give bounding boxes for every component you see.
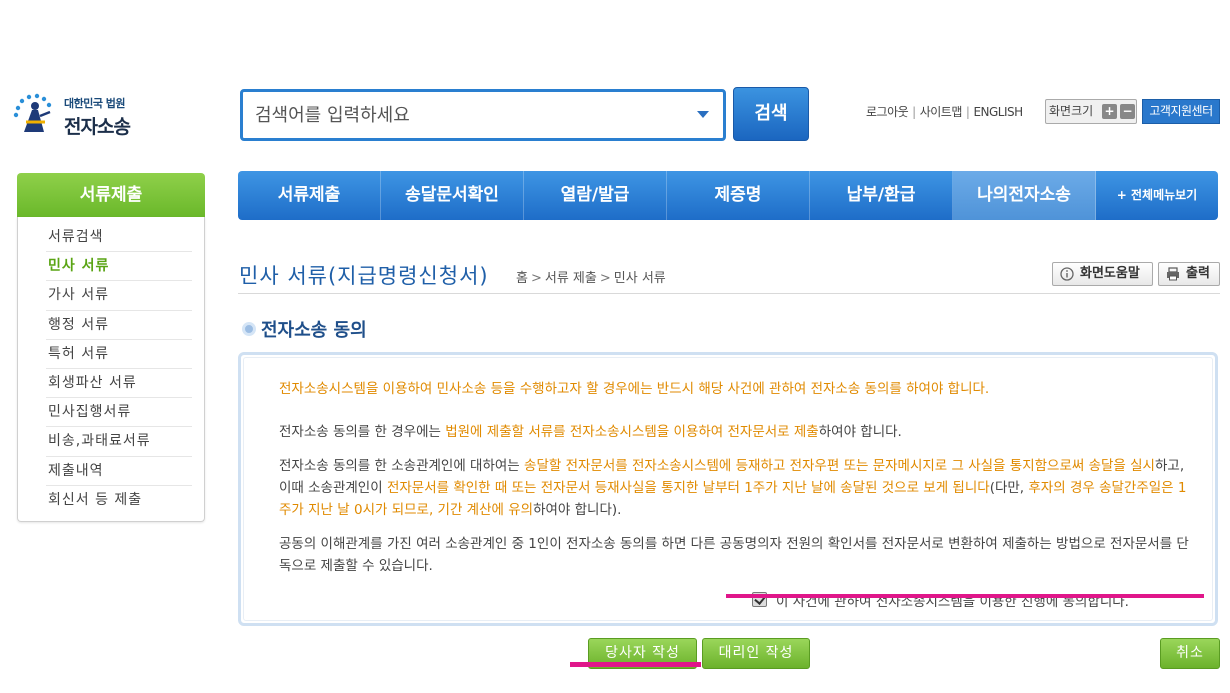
- agreement-inner: 전자소송시스템을 이용하여 민사소송 등을 수행하고자 할 경우에는 반드시 해…: [243, 357, 1213, 621]
- nav-item-payment-refund[interactable]: 납부/환급: [810, 171, 953, 220]
- court-logo[interactable]: 대한민국 법원 전자소송: [12, 92, 152, 138]
- search-dropdown-icon[interactable]: [697, 111, 709, 118]
- sidebar-item-civil-execution[interactable]: 민사집행서류: [46, 398, 192, 428]
- breadcrumb-separator: >: [530, 271, 542, 286]
- agreement-paragraph-1: 전자소송시스템을 이용하여 민사소송 등을 수행하고자 할 경우에는 반드시 해…: [279, 381, 990, 397]
- zoom-control: 화면크기 + −: [1045, 99, 1137, 124]
- utility-links: 로그아웃 | 사이트맵 | ENGLISH: [866, 103, 1023, 120]
- sidebar-item-reply-submission[interactable]: 회신서 등 제출: [46, 486, 192, 515]
- search-button[interactable]: 검색: [733, 87, 809, 141]
- title-divider: [238, 293, 1220, 294]
- printer-icon: [1167, 267, 1179, 281]
- zoom-in-button[interactable]: +: [1102, 104, 1117, 119]
- customer-support-button[interactable]: 고객지원센터: [1142, 99, 1220, 124]
- screen-help-button[interactable]: 화면도움말: [1052, 262, 1153, 286]
- breadcrumb-separator: >: [599, 271, 611, 286]
- nav-item-service-documents[interactable]: 송달문서확인: [381, 171, 524, 220]
- sidebar-item-civil[interactable]: 민사 서류: [46, 252, 192, 282]
- sidebar-item-document-search[interactable]: 서류검색: [46, 223, 192, 253]
- logo-subtitle: 대한민국 법원: [64, 97, 126, 110]
- sidebar-item-patent[interactable]: 특허 서류: [46, 340, 192, 369]
- divider: |: [912, 105, 916, 119]
- p3-highlight-d: 전자문서를 확인한 때 또는 전자문서 등재사실을 통지한 날부터 1주가 지난…: [386, 480, 990, 496]
- screen-help-label: 화면도움말: [1080, 266, 1140, 281]
- section-bullet-icon: [242, 322, 256, 336]
- sidebar-item-bankruptcy[interactable]: 회생파산 서류: [46, 369, 192, 399]
- agreement-box: 전자소송시스템을 이용하여 민사소송 등을 수행하고자 할 경우에는 반드시 해…: [238, 352, 1218, 626]
- p3-text-g: 하여야 합니다).: [533, 502, 622, 518]
- sidebar-list: 서류검색 민사 서류 가사 서류 행정 서류 특허 서류 회생파산 서류 민사집…: [46, 223, 192, 515]
- nav-item-certificates[interactable]: 제증명: [667, 171, 810, 220]
- p3-text-a: 전자소송 동의를 한 소송관계인에 대하여는: [279, 458, 525, 474]
- sidebar: 서류검색 민사 서류 가사 서류 행정 서류 특허 서류 회생파산 서류 민사집…: [17, 217, 205, 522]
- agreement-paragraph-2: 전자소송 동의를 한 경우에는 법원에 제출할 서류를 전자소송시스템을 이용하…: [279, 421, 1191, 443]
- logout-link[interactable]: 로그아웃: [866, 105, 909, 119]
- agreement-paragraph-4: 공동의 이해관계를 가진 여러 소송관계인 중 1인이 전자소송 동의를 하면 …: [279, 536, 1189, 574]
- agreement-paragraph-3: 전자소송 동의를 한 소송관계인에 대하여는 송달할 전자문서를 전자소송시스템…: [279, 455, 1191, 521]
- page-title: 민사 서류(지급명령신청서): [239, 264, 489, 288]
- p3-text-e: (다만,: [989, 480, 1029, 496]
- search-box: [240, 89, 726, 141]
- p2-text-end: 하여야 합니다.: [818, 424, 902, 440]
- logo-title: 전자소송: [64, 116, 131, 138]
- consent-label[interactable]: 이 사건에 관하여 전자소송시스템을 이용한 진행에 동의합니다.: [776, 590, 1129, 610]
- divider: |: [965, 105, 970, 119]
- sidebar-item-noncontentious[interactable]: 비송,과태료서류: [46, 427, 192, 457]
- sitemap-link[interactable]: 사이트맵: [920, 105, 963, 119]
- zoom-label: 화면크기: [1049, 104, 1094, 118]
- main-nav: 서류제출 송달문서확인 열람/발급 제증명 납부/환급 나의전자소송 + 전체메…: [238, 171, 1218, 220]
- breadcrumb-civil: 민사 서류: [613, 271, 666, 286]
- english-link[interactable]: ENGLISH: [973, 105, 1023, 119]
- breadcrumb: 홈 > 서류 제출 > 민사 서류: [516, 267, 666, 286]
- court-emblem-icon: [13, 93, 52, 132]
- nav-item-document-submission[interactable]: 서류제출: [238, 171, 381, 220]
- agent-write-button[interactable]: 대리인 작성: [702, 638, 810, 669]
- nav-item-view-issue[interactable]: 열람/발급: [524, 171, 667, 220]
- p3-highlight-b: 송달할 전자문서를 전자소송시스템에 등재하고 전자우편 또는 문자메시지로 그…: [524, 458, 1155, 474]
- zoom-out-button[interactable]: −: [1120, 104, 1135, 119]
- breadcrumb-home[interactable]: 홈: [516, 271, 528, 286]
- consent-underline-mark: [726, 594, 1204, 598]
- print-button[interactable]: 출력: [1158, 262, 1220, 286]
- breadcrumb-document-submission[interactable]: 서류 제출: [545, 271, 597, 286]
- nav-all-menu[interactable]: + 전체메뉴보기: [1096, 171, 1218, 220]
- section-title: 전자소송 동의: [261, 320, 367, 341]
- info-icon: [1060, 267, 1074, 281]
- cancel-button[interactable]: 취소: [1160, 638, 1220, 669]
- search-input[interactable]: [255, 102, 675, 128]
- p2-text: 전자소송 동의를 한 경우에는: [279, 424, 446, 440]
- print-label: 출력: [1186, 266, 1210, 281]
- sidebar-item-administrative[interactable]: 행정 서류: [46, 311, 192, 340]
- nav-item-my-ecase[interactable]: 나의전자소송: [953, 171, 1096, 220]
- sidebar-item-family[interactable]: 가사 서류: [46, 281, 192, 311]
- sidebar-title: 서류제출: [17, 173, 205, 217]
- p2-highlight: 법원에 제출할 서류를 전자소송시스템을 이용하여 전자문서로 제출: [445, 424, 819, 440]
- consent-row[interactable]: 이 사건에 관하여 전자소송시스템을 이용한 진행에 동의합니다.: [752, 589, 1192, 611]
- party-button-underline-mark: [570, 662, 701, 667]
- sidebar-item-submission-history[interactable]: 제출내역: [46, 457, 192, 486]
